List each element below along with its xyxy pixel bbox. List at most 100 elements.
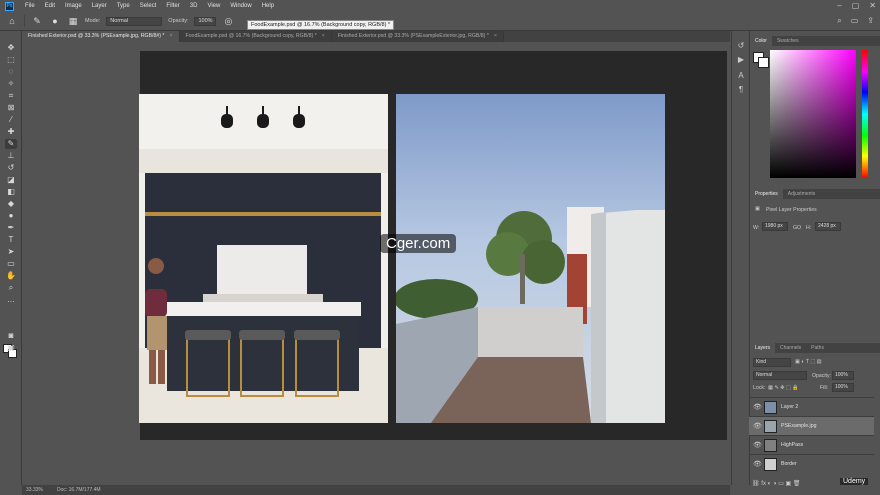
layer-row[interactable]: 👁 HighPass <box>749 435 874 454</box>
layer-name: Layer 2 <box>781 404 799 410</box>
menu-select[interactable]: Select <box>135 3 162 9</box>
menu-window[interactable]: Window <box>225 3 256 9</box>
terrace-render-image[interactable] <box>396 94 665 423</box>
visibility-eye-icon[interactable]: 👁 <box>753 441 762 449</box>
tab-channels[interactable]: Channels <box>775 343 806 353</box>
height-input[interactable]: 2428 px <box>815 222 841 231</box>
search-icon[interactable]: ⌕ <box>837 16 841 26</box>
link-label[interactable]: GO <box>793 225 801 231</box>
lock-icons[interactable]: ▦ ✎ ✥ ⬚ 🔒 <box>768 385 799 391</box>
close-tab-icon[interactable]: × <box>322 33 325 39</box>
hand-tool-icon[interactable]: ✋ <box>5 271 17 281</box>
frame-tool-icon[interactable]: ⊠ <box>5 103 17 113</box>
photoshop-logo: Ps <box>5 1 14 11</box>
more-tools-icon[interactable]: … <box>5 295 17 305</box>
stamp-tool-icon[interactable]: ⊥ <box>5 151 17 161</box>
history-brush-tool-icon[interactable]: ↺ <box>5 163 17 173</box>
tab-color[interactable]: Color <box>750 36 772 46</box>
close-tab-icon[interactable]: × <box>169 33 172 39</box>
eraser-tool-icon[interactable]: ◪ <box>5 175 17 185</box>
blend-mode-select[interactable]: Normal <box>753 371 807 380</box>
hue-slider[interactable] <box>862 50 868 178</box>
minimize-icon[interactable]: – <box>837 1 841 10</box>
tab-food-example[interactable]: FoodExample.psd @ 16.7% (Background copy… <box>179 31 332 42</box>
tab-paths[interactable]: Paths <box>806 343 829 353</box>
close-icon[interactable]: ✕ <box>869 1 876 10</box>
visibility-eye-icon[interactable]: 👁 <box>753 460 762 468</box>
character-icon[interactable]: A <box>736 71 746 81</box>
menu-view[interactable]: View <box>202 3 225 9</box>
tab-layers[interactable]: Layers <box>750 343 776 353</box>
fill-input[interactable]: 100% <box>832 383 854 392</box>
share-icon[interactable]: ⇪ <box>867 16 874 26</box>
lasso-tool-icon[interactable]: ◌ <box>5 67 17 77</box>
home-icon[interactable]: ⌂ <box>6 15 18 27</box>
visibility-eye-icon[interactable]: 👁 <box>753 422 762 430</box>
menu-file[interactable]: File <box>20 3 40 9</box>
pressure-opacity-icon[interactable]: ◎ <box>222 15 234 27</box>
brush-settings-icon[interactable]: ▦ <box>67 15 79 27</box>
history-icon[interactable]: ↺ <box>736 41 746 51</box>
layer-thumbnail <box>764 401 777 414</box>
menu-filter[interactable]: Filter <box>161 3 184 9</box>
mode-select[interactable]: Normal <box>106 16 163 26</box>
layer-opacity-input[interactable]: 100% <box>832 371 854 380</box>
marquee-tool-icon[interactable]: ⬚ <box>5 55 17 65</box>
quick-mask-icon[interactable]: ◙ <box>5 331 17 341</box>
tab-exterior-example[interactable]: Finished Exterior.psd @ 33.3% (PSExample… <box>331 31 504 42</box>
layer-filter-select[interactable]: Kind <box>753 358 791 367</box>
kitchen-render-image[interactable] <box>139 94 388 423</box>
healing-tool-icon[interactable]: ✚ <box>5 127 17 137</box>
layer-footer-icons[interactable]: ⛓ fx ◐ ◑ ▭ ▣ 🗑 <box>752 480 801 487</box>
move-tool-icon[interactable]: ✥ <box>5 43 17 53</box>
background-color-swatch[interactable] <box>758 57 769 68</box>
color-picker-field[interactable] <box>770 50 856 178</box>
pen-tool-icon[interactable]: ✒ <box>5 223 17 233</box>
layer-row[interactable]: 👁 Layer 2 <box>749 397 874 416</box>
workspace-icon[interactable]: ▭ <box>851 16 859 26</box>
shape-tool-icon[interactable]: ▭ <box>5 259 17 269</box>
gradient-tool-icon[interactable]: ◧ <box>5 187 17 197</box>
layer-name: HighPass <box>781 442 804 448</box>
quick-select-tool-icon[interactable]: ✧ <box>5 79 17 89</box>
zoom-tool-icon[interactable]: ⌕ <box>5 283 17 293</box>
layer-row[interactable]: 👁 PSExample.jpg <box>749 416 874 435</box>
menu-help[interactable]: Help <box>257 3 279 9</box>
opacity-input[interactable]: 100% <box>194 16 217 26</box>
zoom-level[interactable]: 33.33% <box>26 485 43 495</box>
brush-preset-icon[interactable]: ● <box>49 15 61 27</box>
eyedropper-tool-icon[interactable]: ⁄ <box>5 115 17 125</box>
tab-finished-exterior[interactable]: Finished Exterior.psd @ 33.3% (PSExample… <box>22 31 180 42</box>
layer-row[interactable]: 👁 Border <box>749 454 874 473</box>
window-controls: – ▢ ✕ <box>837 1 876 10</box>
tab-properties[interactable]: Properties <box>750 189 783 199</box>
menu-type[interactable]: Type <box>112 3 135 9</box>
screen-mode-icon[interactable]: ▣ <box>5 343 17 353</box>
menu-layer[interactable]: Layer <box>87 3 112 9</box>
dodge-tool-icon[interactable]: ● <box>5 211 17 221</box>
tab-swatches[interactable]: Swatches <box>772 36 804 46</box>
tab-adjustments[interactable]: Adjustments <box>783 189 821 199</box>
maximize-icon[interactable]: ▢ <box>852 1 860 10</box>
panel-icon-strip: ↺ ▶ A ¶ <box>731 31 749 485</box>
visibility-eye-icon[interactable]: 👁 <box>753 403 762 411</box>
brush-tool-icon[interactable]: ✎ <box>31 15 43 27</box>
close-tab-icon[interactable]: × <box>494 33 497 39</box>
crop-tool-icon[interactable]: ⌗ <box>5 91 17 101</box>
fill-label: Fill: <box>820 385 829 391</box>
tab-tooltip: FoodExample.psd @ 16.7% (Background copy… <box>247 20 395 30</box>
path-select-tool-icon[interactable]: ➤ <box>5 247 17 257</box>
layer-properties-icon: ▣ <box>755 206 760 212</box>
play-icon[interactable]: ▶ <box>736 55 746 65</box>
terrace-illustration <box>396 207 665 423</box>
blur-tool-icon[interactable]: ◆ <box>5 199 17 209</box>
height-label: H: <box>806 225 812 231</box>
paragraph-icon[interactable]: ¶ <box>736 85 746 95</box>
menu-image[interactable]: Image <box>60 3 87 9</box>
menu-3d[interactable]: 3D <box>185 3 203 9</box>
type-tool-icon[interactable]: T <box>5 235 17 245</box>
brush-tool-icon[interactable]: ✎ <box>5 139 17 149</box>
width-input[interactable]: 1980 px <box>762 222 788 231</box>
opacity-label: Opacity: <box>168 18 189 24</box>
menu-edit[interactable]: Edit <box>40 3 60 9</box>
